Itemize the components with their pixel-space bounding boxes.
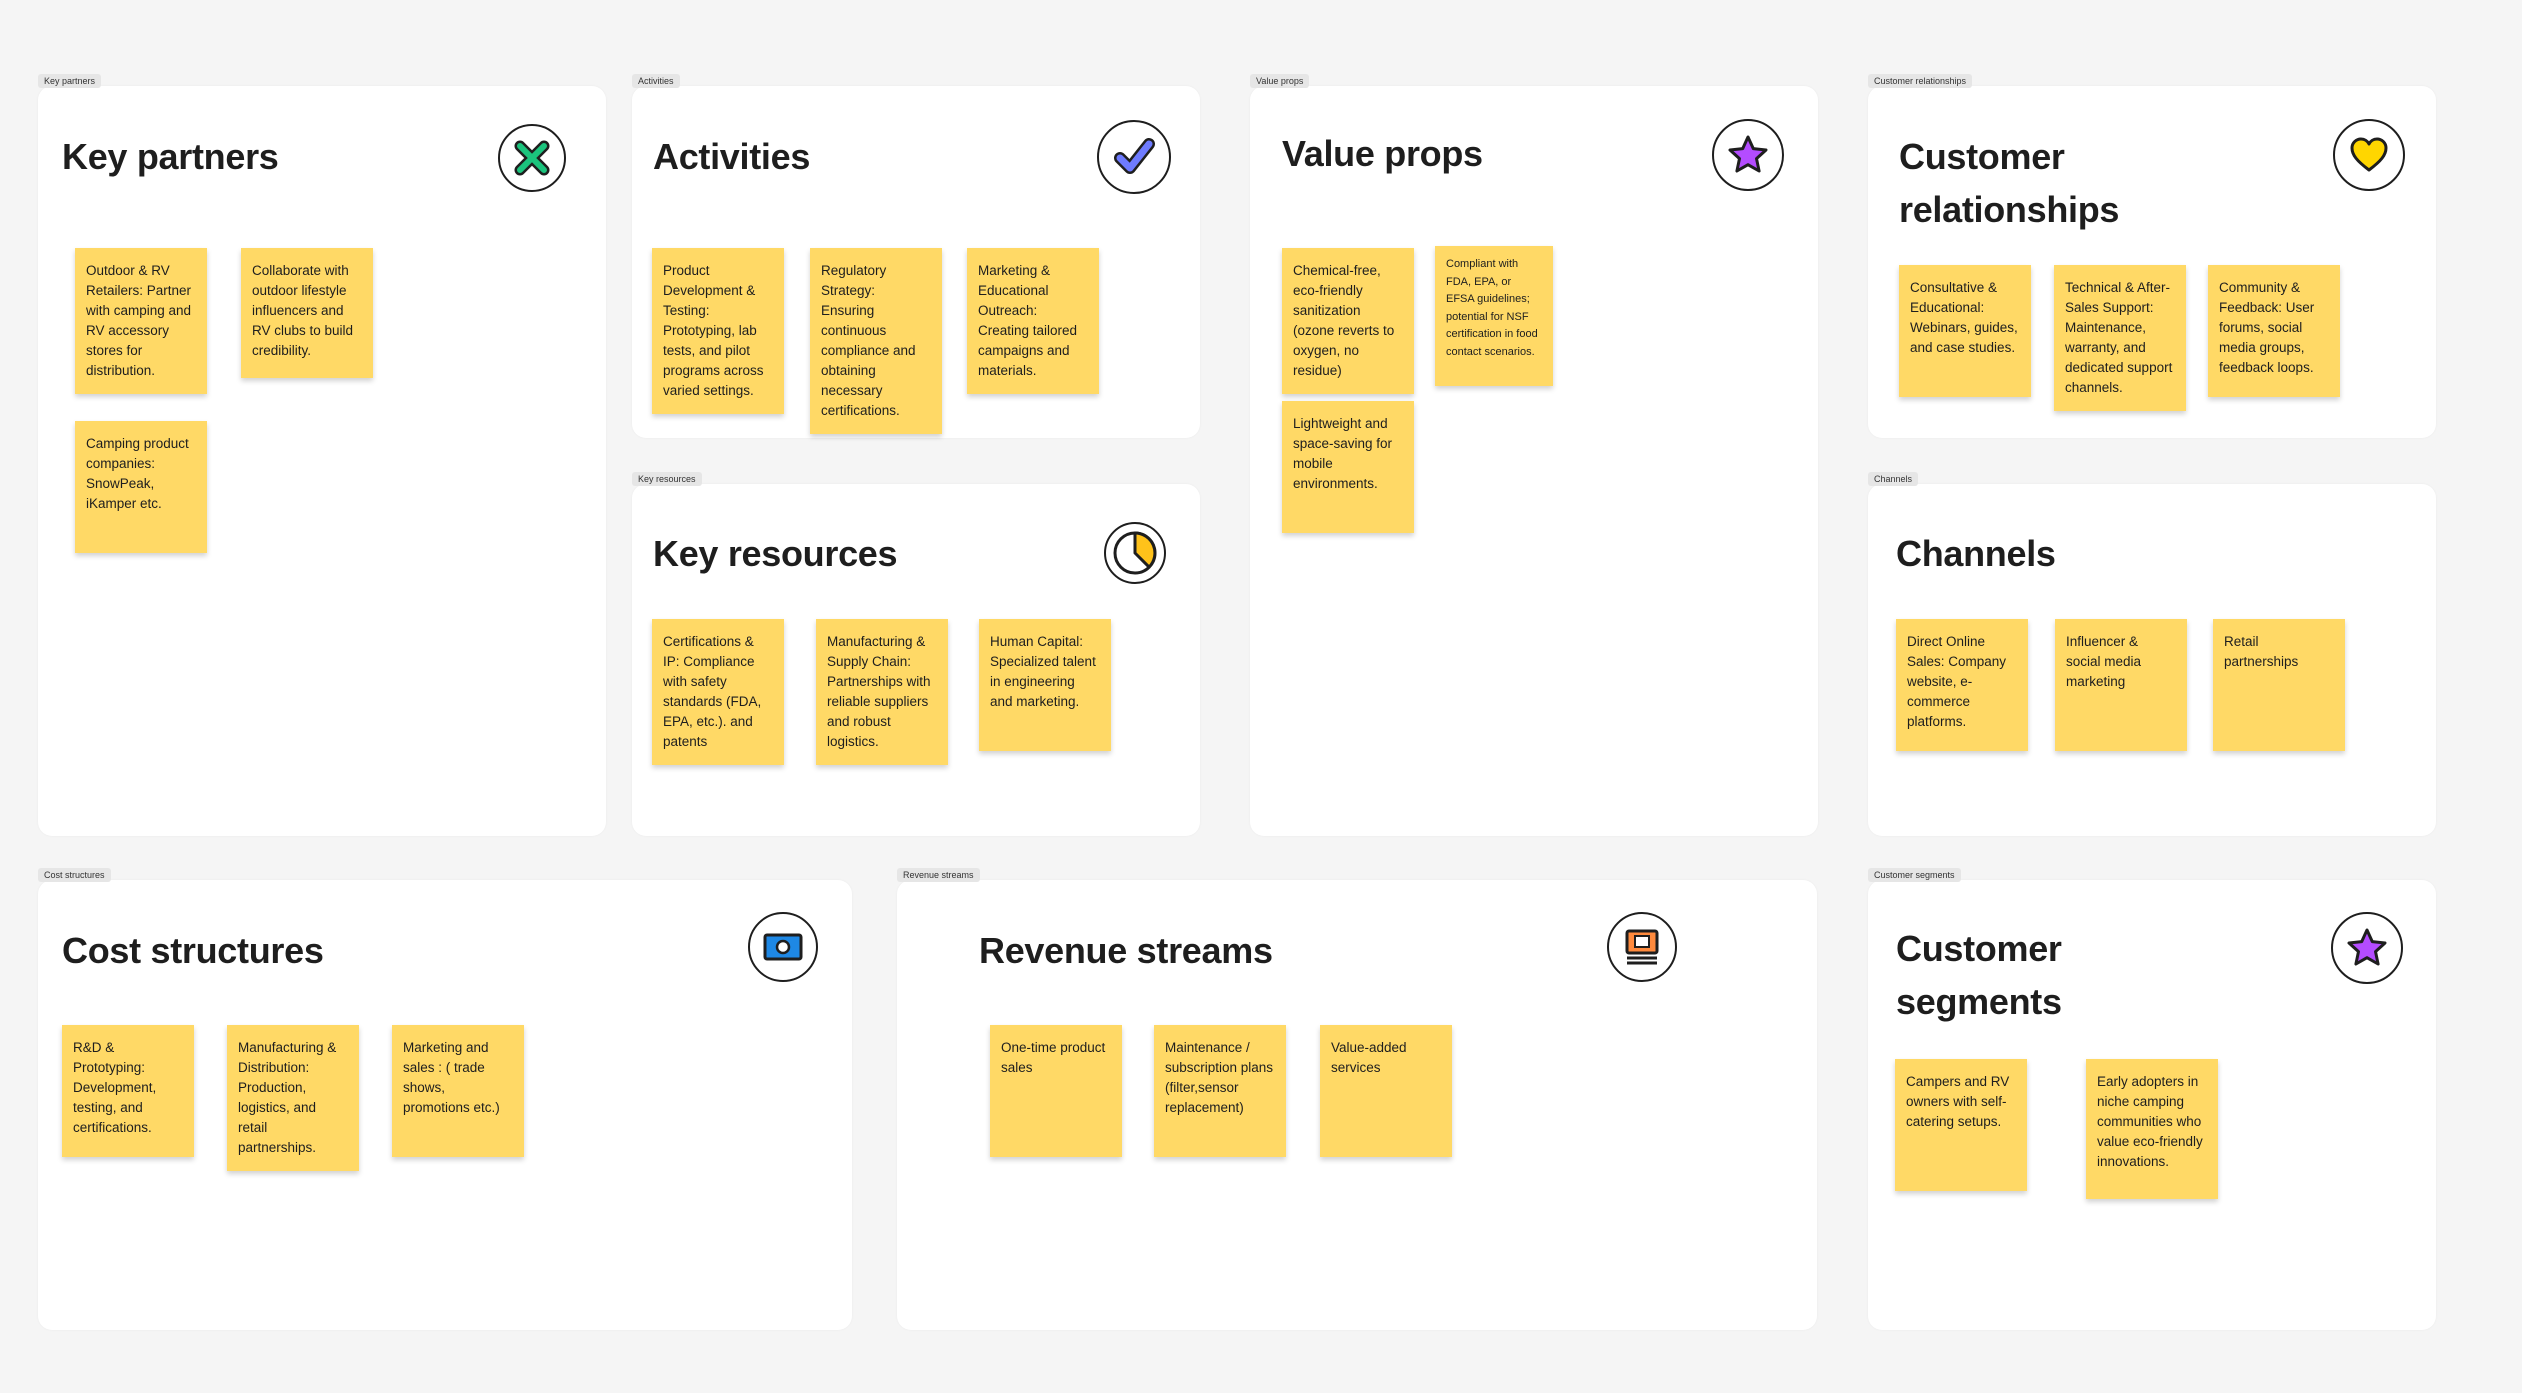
money-icon — [748, 912, 818, 982]
x-mark-icon — [498, 124, 566, 192]
section-title: Key partners — [62, 136, 279, 177]
sticky-note[interactable]: Consultative & Educational: Webinars, gu… — [1899, 265, 2031, 397]
star-icon — [1712, 119, 1784, 191]
section-title: Value props — [1282, 133, 1483, 174]
section-tag[interactable]: Revenue streams — [897, 868, 980, 882]
sticky-note[interactable]: Compliant with FDA, EPA, or EFSA guideli… — [1435, 246, 1553, 386]
section-title: Channels — [1896, 533, 2056, 574]
sticky-note[interactable]: Campers and RV owners with self-catering… — [1895, 1059, 2027, 1191]
section-tag[interactable]: Value props — [1250, 74, 1310, 88]
sticky-note[interactable]: One-time product sales — [990, 1025, 1122, 1157]
section-title: Customer segments — [1896, 922, 2062, 1028]
sticky-note[interactable]: Influencer & social media marketing — [2055, 619, 2187, 751]
section-title: Cost structures — [62, 930, 324, 971]
section-tag[interactable]: Key resources — [632, 472, 702, 486]
section-title: Key resources — [653, 533, 898, 574]
section-title-line: Customer — [1899, 136, 2065, 177]
sticky-note[interactable]: Chemical-free, eco-friendly sanitization… — [1282, 248, 1414, 394]
sticky-note[interactable]: R&D & Prototyping: Development, testing,… — [62, 1025, 194, 1157]
sticky-note[interactable]: Manufacturing & Distribution: Production… — [227, 1025, 359, 1171]
section-tag[interactable]: Key partners — [38, 74, 102, 88]
section-tag[interactable]: Customer segments — [1868, 868, 1961, 882]
section-title-line: relationships — [1899, 189, 2120, 230]
check-icon — [1097, 120, 1171, 194]
sticky-note[interactable]: Marketing and sales : ( trade shows, pro… — [392, 1025, 524, 1157]
sticky-note[interactable]: Manufacturing & Supply Chain: Partnershi… — [816, 619, 948, 765]
sticky-note[interactable]: Early adopters in niche camping communit… — [2086, 1059, 2218, 1199]
sticky-note[interactable]: Maintenance / subscription plans (filter… — [1154, 1025, 1286, 1157]
section-tag[interactable]: Customer relationships — [1868, 74, 1973, 88]
sticky-note[interactable]: Regulatory Strategy: Ensuring continuous… — [810, 248, 942, 434]
sticky-note[interactable]: Community & Feedback: User forums, socia… — [2208, 265, 2340, 397]
section-title: Customer relationships — [1899, 130, 2119, 236]
section-key-partners[interactable]: Key partners Key partners Outdoor & RV R… — [38, 74, 606, 836]
sticky-note[interactable]: Direct Online Sales: Company website, e-… — [1896, 619, 2028, 751]
heart-icon — [2333, 119, 2405, 191]
sticky-note[interactable]: Collaborate with outdoor lifestyle influ… — [241, 248, 373, 378]
section-channels[interactable]: Channels Channels Direct Online Sales: C… — [1868, 472, 2436, 836]
section-title-line: segments — [1896, 981, 2062, 1022]
sticky-note[interactable]: Retail partnerships — [2213, 619, 2345, 751]
section-activities[interactable]: Activities Activities Product Developmen… — [632, 74, 1200, 438]
section-customer-segments[interactable]: Customer segments Customer segments Campe… — [1868, 868, 2436, 1330]
sticky-note[interactable]: Value-added services — [1320, 1025, 1452, 1157]
sticky-note[interactable]: Camping product companies: SnowPeak, iKa… — [75, 421, 207, 553]
section-tag[interactable]: Activities — [632, 74, 680, 88]
section-title-line: Customer — [1896, 928, 2062, 969]
sticky-note[interactable]: Product Development & Testing: Prototypi… — [652, 248, 784, 414]
section-cost-structures[interactable]: Cost structures Cost structures R&D & Pr… — [38, 868, 852, 1330]
section-tag[interactable]: Cost structures — [38, 868, 111, 882]
section-value-props[interactable]: Value props Value props Chemical-free, e… — [1250, 74, 1818, 836]
sticky-note[interactable]: Certifications & IP: Compliance with saf… — [652, 619, 784, 765]
pie-chart-icon — [1104, 522, 1166, 584]
sticky-note[interactable]: Lightweight and space-saving for mobile … — [1282, 401, 1414, 533]
sticky-note[interactable]: Technical & After-Sales Support: Mainten… — [2054, 265, 2186, 411]
receipt-icon — [1607, 912, 1677, 982]
sticky-note[interactable]: Marketing & Educational Outreach: Creati… — [967, 248, 1099, 394]
star-icon — [2331, 912, 2403, 984]
section-title: Revenue streams — [979, 930, 1273, 971]
section-key-resources[interactable]: Key resources Key resources Certificatio… — [632, 472, 1200, 836]
section-revenue-streams[interactable]: Revenue streams Revenue streams One-time… — [897, 868, 1817, 1330]
sticky-note[interactable]: Outdoor & RV Retailers: Partner with cam… — [75, 248, 207, 394]
section-title: Activities — [653, 136, 811, 177]
sticky-note[interactable]: Human Capital: Specialized talent in eng… — [979, 619, 1111, 751]
section-customer-relationships[interactable]: Customer relationships Customer relations… — [1868, 74, 2436, 438]
section-tag[interactable]: Channels — [1868, 472, 1919, 486]
